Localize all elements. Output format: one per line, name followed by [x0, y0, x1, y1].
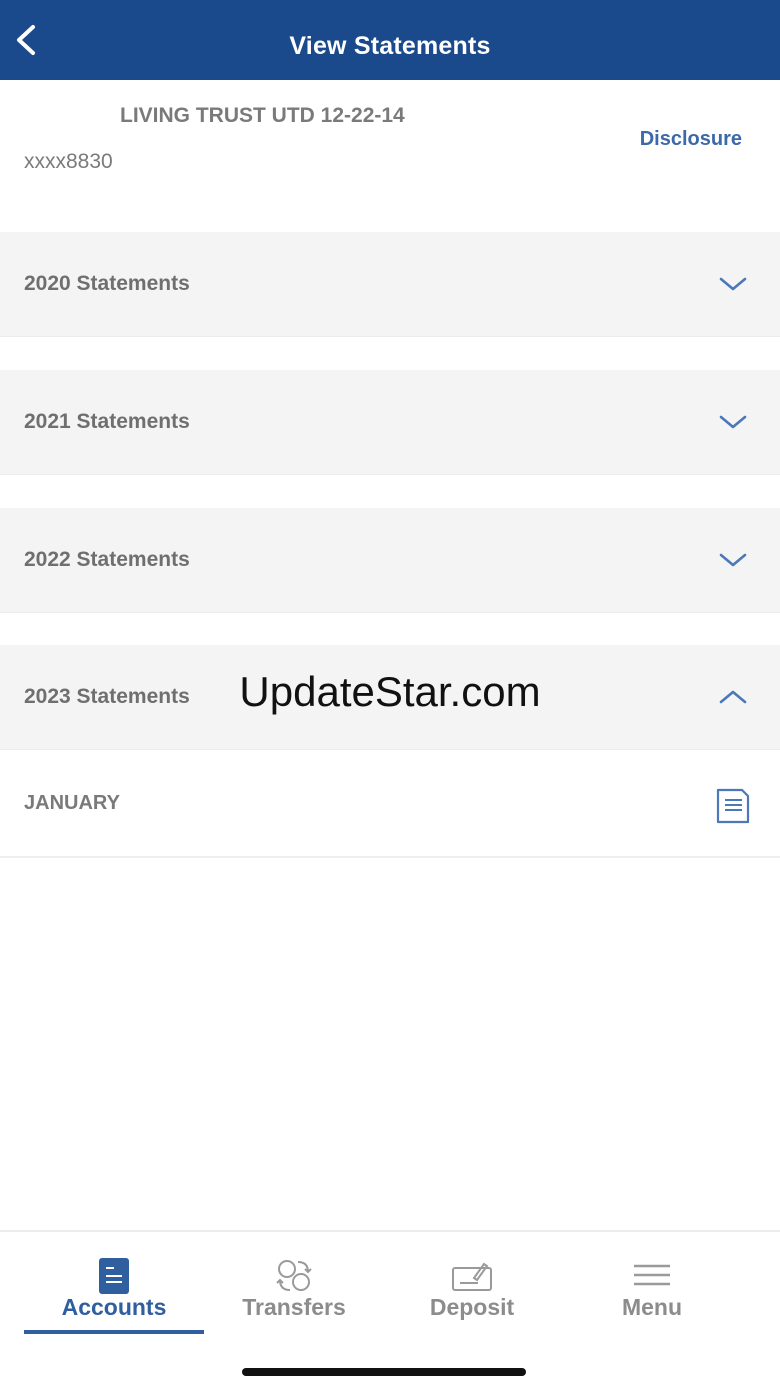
- section-label: 2021 Statements: [24, 410, 190, 433]
- transfers-icon: [276, 1260, 312, 1291]
- view-statements-screen: View Statements LIVING TRUST UTD 12-22-1…: [0, 0, 780, 1387]
- section-2023-statements[interactable]: 2023 Statements: [0, 645, 780, 750]
- month-label: JANUARY: [24, 792, 120, 814]
- chevron-up-icon: [719, 690, 747, 704]
- chevron-down-icon: [719, 553, 747, 567]
- top-navigation-bar: View Statements: [0, 0, 780, 80]
- account-name: LIVING TRUST UTD 12-22-14: [120, 104, 405, 127]
- tab-transfers[interactable]: Transfers: [204, 1232, 384, 1342]
- section-label: 2022 Statements: [24, 548, 190, 571]
- bottom-tab-bar: Accounts Transfers Deposit Menu: [0, 1230, 780, 1387]
- section-label: 2023 Statements: [24, 685, 190, 708]
- tab-deposit[interactable]: Deposit: [382, 1232, 562, 1342]
- section-label: 2020 Statements: [24, 272, 190, 295]
- section-2022-statements[interactable]: 2022 Statements: [0, 508, 780, 613]
- chevron-down-icon: [719, 277, 747, 291]
- account-summary: LIVING TRUST UTD 12-22-14 xxxx8830 Discl…: [0, 80, 780, 232]
- tab-label: Transfers: [242, 1294, 346, 1320]
- tab-label: Deposit: [429, 1294, 515, 1320]
- disclosure-link[interactable]: Disclosure: [640, 128, 742, 151]
- section-2021-statements[interactable]: 2021 Statements: [0, 370, 780, 475]
- page-title: View Statements: [289, 32, 491, 60]
- tab-label: Menu: [621, 1294, 683, 1320]
- home-indicator[interactable]: [242, 1368, 526, 1376]
- tab-accounts[interactable]: Accounts: [24, 1232, 204, 1342]
- chevron-down-icon: [719, 415, 747, 429]
- tab-label: Accounts: [61, 1294, 167, 1320]
- accounts-icon: [99, 1258, 129, 1294]
- tab-menu[interactable]: Menu: [562, 1232, 742, 1342]
- menu-icon: [634, 1264, 670, 1286]
- statement-row-january[interactable]: JANUARY: [0, 750, 780, 858]
- active-tab-indicator: [24, 1330, 204, 1334]
- deposit-icon: [452, 1262, 492, 1291]
- section-2020-statements[interactable]: 2020 Statements: [0, 232, 780, 337]
- document-icon[interactable]: [712, 782, 754, 826]
- account-number: xxxx8830: [24, 150, 113, 173]
